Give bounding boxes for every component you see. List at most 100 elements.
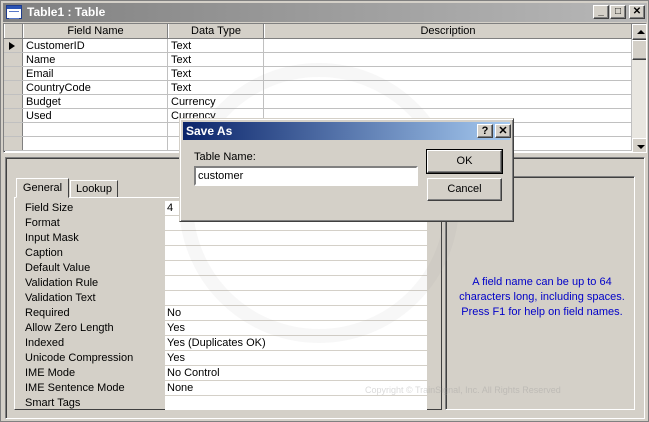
field-name-cell[interactable]: Email: [23, 67, 168, 80]
arrow-down-icon: [637, 145, 645, 149]
scroll-down-button[interactable]: [632, 138, 646, 152]
property-label: Default Value: [25, 262, 91, 274]
scroll-up-button[interactable]: [632, 24, 646, 40]
field-name-cell[interactable]: [23, 123, 168, 136]
property-value[interactable]: No Control: [165, 366, 427, 381]
property-value[interactable]: [165, 231, 427, 246]
property-value[interactable]: [165, 261, 427, 276]
column-header-data-type[interactable]: Data Type: [168, 24, 264, 38]
window-title-bar[interactable]: Table1 : Table _ □ ✕: [3, 3, 647, 22]
property-value[interactable]: [165, 396, 427, 411]
property-value[interactable]: [165, 291, 427, 306]
row-selector[interactable]: [4, 81, 23, 94]
dialog-title-bar[interactable]: Save As ? ✕: [183, 122, 511, 140]
property-value[interactable]: Yes (Duplicates OK): [165, 336, 427, 351]
table-row[interactable]: CustomerID Text: [4, 39, 632, 53]
property-row[interactable]: Allow Zero Length Yes: [25, 321, 427, 336]
property-label: Format: [25, 217, 60, 229]
tab-lookup[interactable]: Lookup: [70, 180, 118, 198]
field-name-cell[interactable]: Used: [23, 109, 168, 122]
data-type-cell[interactable]: Text: [168, 67, 264, 80]
data-type-cell[interactable]: Text: [168, 39, 264, 52]
data-type-cell[interactable]: Text: [168, 53, 264, 66]
property-row[interactable]: IME Sentence Mode None: [25, 381, 427, 396]
save-as-dialog: Save As ? ✕ Table Name: OK Cancel: [179, 118, 514, 222]
property-row[interactable]: Validation Rule: [25, 276, 427, 291]
property-value[interactable]: No: [165, 306, 427, 321]
property-label: Validation Rule: [25, 277, 99, 289]
property-label: Smart Tags: [25, 397, 81, 409]
property-row[interactable]: Unicode Compression Yes: [25, 351, 427, 366]
property-label: IME Mode: [25, 367, 76, 379]
property-value[interactable]: [165, 246, 427, 261]
property-row[interactable]: Default Value: [25, 261, 427, 276]
minimize-button[interactable]: _: [593, 5, 609, 19]
property-label: Input Mask: [25, 232, 79, 244]
field-name-cell[interactable]: CustomerID: [23, 39, 168, 52]
property-row[interactable]: Smart Tags: [25, 396, 427, 411]
description-cell[interactable]: [264, 53, 632, 66]
dialog-close-button[interactable]: ✕: [495, 124, 511, 138]
scroll-thumb[interactable]: [632, 40, 646, 60]
property-label: Field Size: [25, 202, 74, 214]
property-value[interactable]: Yes: [165, 351, 427, 366]
table-row[interactable]: Budget Currency: [4, 95, 632, 109]
data-type-cell[interactable]: Text: [168, 81, 264, 94]
property-row[interactable]: IME Mode No Control: [25, 366, 427, 381]
row-selector[interactable]: [4, 95, 23, 108]
property-value[interactable]: Yes: [165, 321, 427, 336]
description-cell[interactable]: [264, 81, 632, 94]
property-label: Allow Zero Length: [25, 322, 114, 334]
table-row[interactable]: Email Text: [4, 67, 632, 81]
field-name-cell[interactable]: [23, 137, 168, 150]
row-selector-header: [4, 24, 23, 38]
property-label: Required: [25, 307, 70, 319]
row-selector[interactable]: [4, 53, 23, 66]
cancel-button[interactable]: Cancel: [427, 178, 502, 201]
property-label: Unicode Compression: [25, 352, 134, 364]
dialog-title: Save As: [186, 124, 233, 138]
description-cell[interactable]: [264, 39, 632, 52]
table-name-label: Table Name:: [194, 151, 256, 163]
current-row-arrow-icon: [9, 42, 15, 50]
vertical-scrollbar[interactable]: [632, 24, 646, 152]
column-header-description[interactable]: Description: [264, 24, 632, 38]
property-value[interactable]: None: [165, 381, 427, 396]
description-cell[interactable]: [264, 95, 632, 108]
property-row[interactable]: Input Mask: [25, 231, 427, 246]
row-selector[interactable]: [4, 109, 23, 122]
table-row[interactable]: CountryCode Text: [4, 81, 632, 95]
close-button[interactable]: ✕: [629, 5, 645, 19]
property-value[interactable]: [165, 276, 427, 291]
row-selector[interactable]: [4, 137, 23, 150]
data-type-cell[interactable]: Currency: [168, 95, 264, 108]
property-label: Caption: [25, 247, 63, 259]
property-row[interactable]: Indexed Yes (Duplicates OK): [25, 336, 427, 351]
description-cell[interactable]: [264, 67, 632, 80]
row-selector[interactable]: [4, 67, 23, 80]
field-name-cell[interactable]: CountryCode: [23, 81, 168, 94]
field-name-cell[interactable]: Budget: [23, 95, 168, 108]
property-row[interactable]: Validation Text: [25, 291, 427, 306]
window-title: Table1 : Table: [27, 5, 106, 19]
tab-general[interactable]: General: [16, 178, 69, 198]
ok-button[interactable]: OK: [426, 149, 503, 174]
arrow-up-icon: [637, 30, 645, 34]
row-selector[interactable]: [4, 123, 23, 136]
property-row[interactable]: Required No: [25, 306, 427, 321]
property-row[interactable]: Caption: [25, 246, 427, 261]
maximize-button[interactable]: □: [610, 5, 626, 19]
column-header-field-name[interactable]: Field Name: [23, 24, 168, 38]
table-row[interactable]: Name Text: [4, 53, 632, 67]
property-label: Indexed: [25, 337, 65, 349]
general-tab-page: Field Size 4 Format Input Mask Caption De…: [14, 197, 442, 411]
table-name-input[interactable]: [194, 166, 418, 186]
row-selector[interactable]: [4, 39, 23, 52]
help-text: A field name can be up to 64 characters …: [459, 276, 625, 318]
field-name-cell[interactable]: Name: [23, 53, 168, 66]
dialog-help-button[interactable]: ?: [477, 124, 493, 138]
table-icon: [6, 5, 22, 19]
property-label: Validation Text: [25, 292, 96, 304]
property-label: IME Sentence Mode: [25, 382, 125, 394]
grid-header: Field Name Data Type Description: [4, 24, 632, 39]
